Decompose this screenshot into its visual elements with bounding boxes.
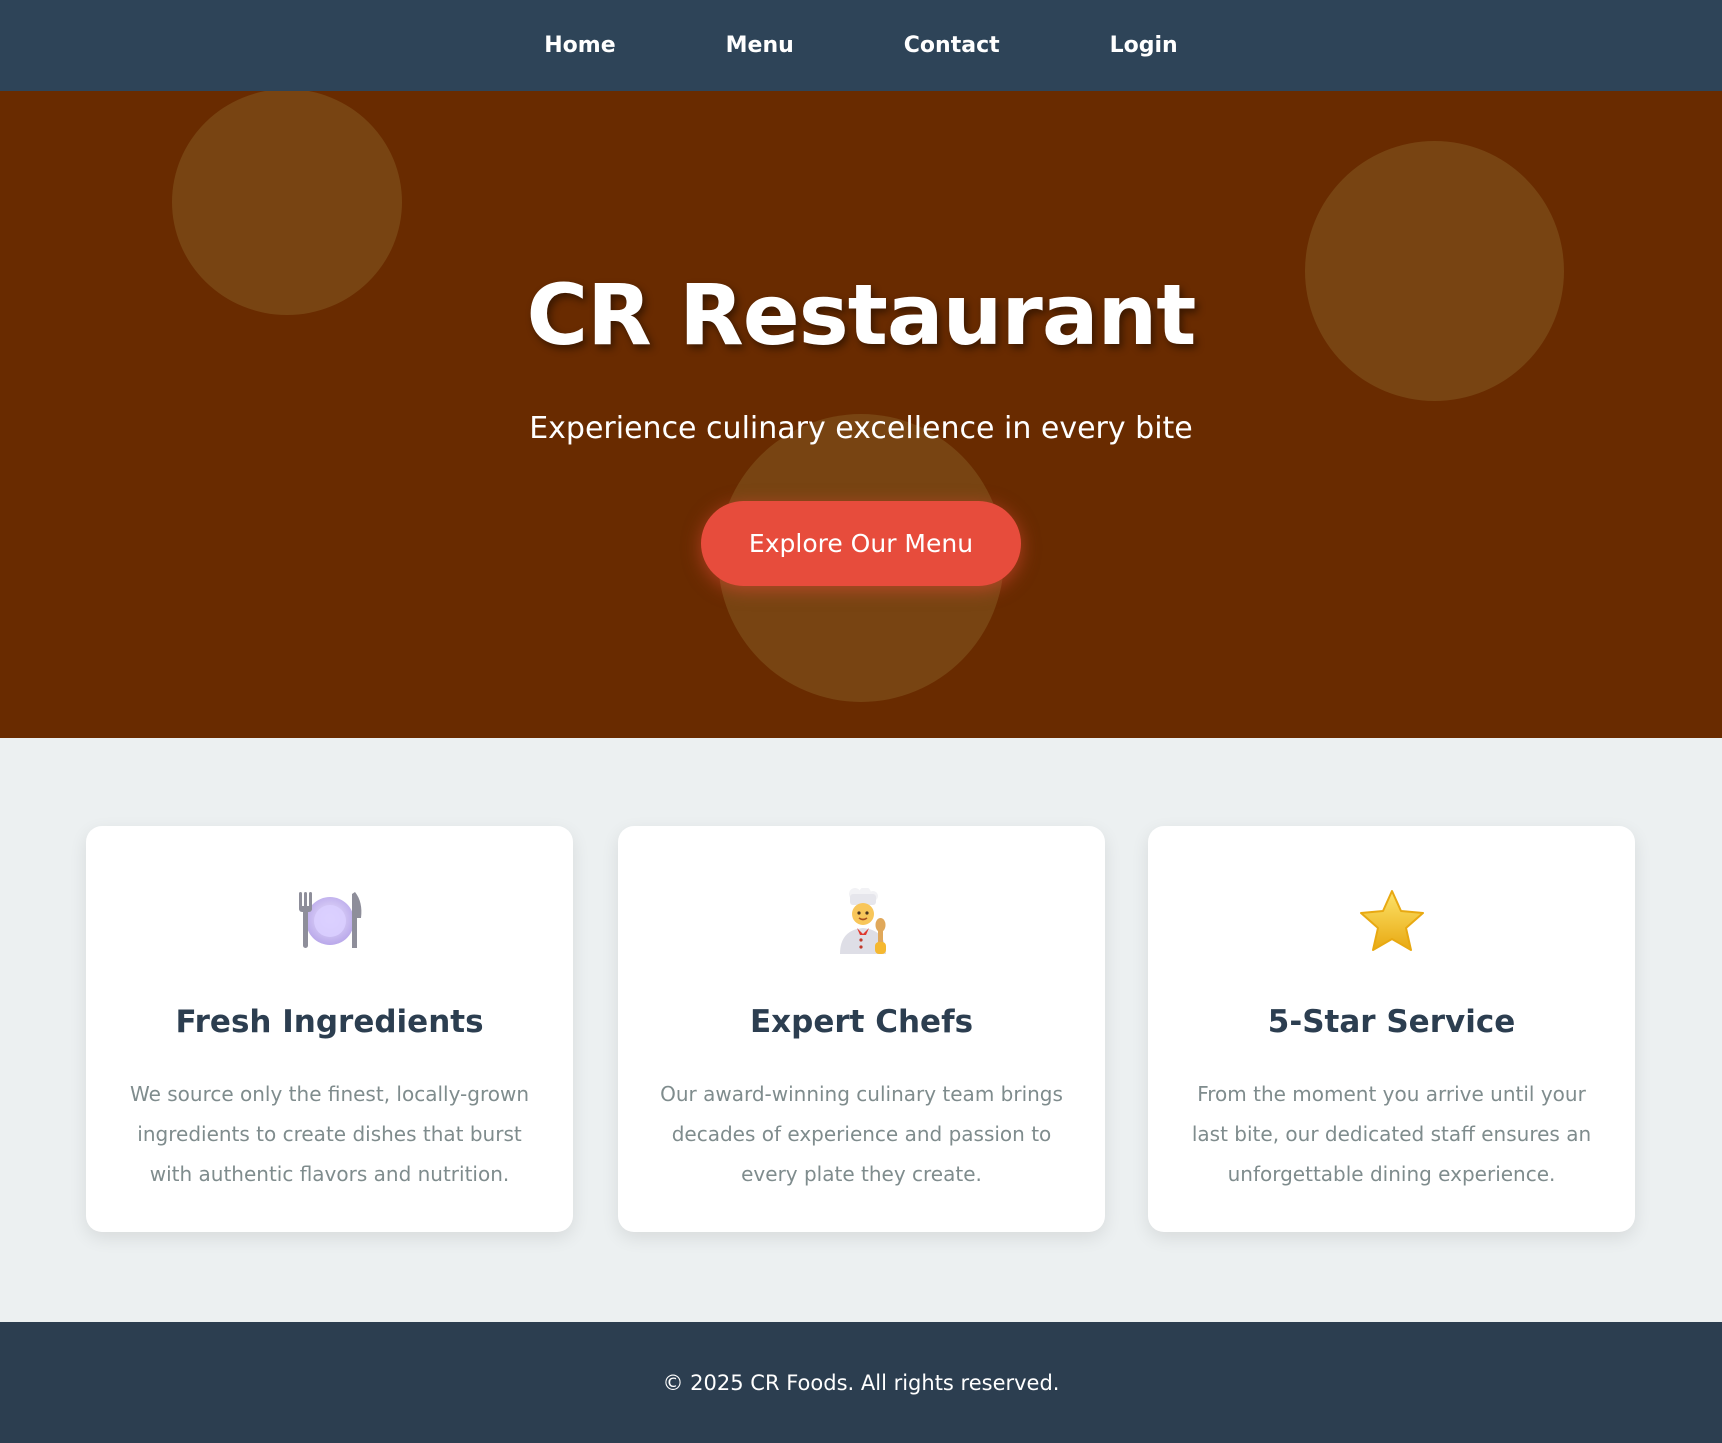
feature-card-expert-chefs: Expert Chefs Our award-winning culinary …: [618, 826, 1105, 1232]
feature-description: From the moment you arrive until your la…: [1191, 1082, 1592, 1186]
chef-icon: [618, 888, 1105, 956]
feature-card-fresh-ingredients: Fresh Ingredients We source only the fin…: [86, 826, 573, 1232]
feature-title: Expert Chefs: [749, 1004, 974, 1040]
feature-description: We source only the finest, locally-grown…: [129, 1082, 530, 1186]
feature-description: Our award-winning culinary team brings d…: [660, 1082, 1063, 1186]
hero-subtitle: Experience culinary excellence in every …: [529, 411, 1193, 446]
features-section: Fresh Ingredients We source only the fin…: [0, 738, 1722, 1322]
feature-title: 5-Star Service: [1267, 1004, 1516, 1040]
page-footer: © 2025 CR Foods. All rights reserved.: [0, 1322, 1722, 1443]
explore-menu-button[interactable]: Explore Our Menu: [701, 501, 1021, 586]
nav-link-home[interactable]: Home: [489, 33, 670, 58]
feature-title: Fresh Ingredients: [175, 1004, 484, 1040]
plate-with-cutlery-icon: [86, 888, 573, 952]
nav-link-login[interactable]: Login: [1055, 33, 1233, 58]
nav-link-menu[interactable]: Menu: [671, 33, 849, 58]
nav-link-contact[interactable]: Contact: [849, 33, 1055, 58]
feature-card-5-star-service: 5-Star Service From the moment you arriv…: [1148, 826, 1635, 1232]
hero-section: CR Restaurant Experience culinary excell…: [0, 91, 1722, 738]
hero-title: CR Restaurant: [526, 266, 1197, 364]
copyright-text: © 2025 CR Foods. All rights reserved.: [662, 1370, 1060, 1395]
top-navigation: Home Menu Contact Login: [0, 0, 1722, 91]
star-icon: [1148, 888, 1635, 954]
